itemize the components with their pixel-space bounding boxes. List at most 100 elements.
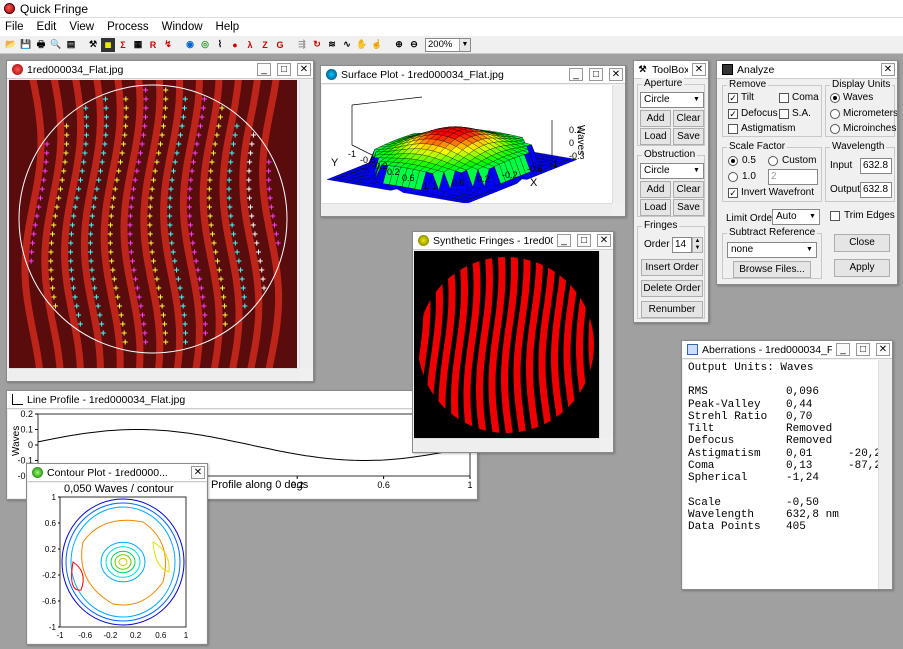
hand-icon[interactable]: ✋ xyxy=(355,38,369,52)
profile-icon[interactable]: ↯ xyxy=(161,38,175,52)
apply-button[interactable]: Apply xyxy=(834,259,890,277)
fringe-image-canvas[interactable] xyxy=(9,74,297,372)
scale-custom-radio[interactable] xyxy=(768,156,778,166)
insert-order-button[interactable]: Insert Order xyxy=(641,259,703,276)
rotate-icon[interactable]: ↻ xyxy=(310,38,324,52)
trim-edges-checkbox[interactable] xyxy=(830,211,840,221)
close-button[interactable]: ✕ xyxy=(881,63,895,76)
z-icon[interactable]: Z xyxy=(258,38,272,52)
minimize-button[interactable]: _ xyxy=(257,63,271,76)
save-icon[interactable]: 💾 xyxy=(19,38,33,52)
close-button[interactable]: ✕ xyxy=(609,68,623,81)
contour-window-title: Contour Plot - 1red0000... xyxy=(47,466,168,479)
display-icon[interactable]: ▦ xyxy=(101,37,115,52)
contour-icon[interactable]: ◎ xyxy=(198,38,212,52)
sigma-icon[interactable]: Σ xyxy=(116,38,130,52)
maximize-button[interactable]: □ xyxy=(856,343,870,356)
close-button[interactable]: ✕ xyxy=(597,234,611,247)
order-input[interactable]: 14 xyxy=(672,237,692,253)
micrometers-radio[interactable] xyxy=(830,109,840,119)
menu-process[interactable]: Process xyxy=(107,21,149,33)
surface-hscroll[interactable] xyxy=(322,203,612,216)
fringe-hscroll[interactable] xyxy=(9,368,299,381)
scale-10-radio[interactable] xyxy=(728,172,738,182)
tilt-checkbox[interactable]: ✓ xyxy=(728,93,738,103)
browse-files-button[interactable]: Browse Files... xyxy=(733,261,811,278)
chevron-down-icon: ▼ xyxy=(809,213,816,220)
lambda-icon[interactable]: λ xyxy=(243,38,257,52)
delete-order-button[interactable]: Delete Order xyxy=(641,280,703,297)
close-analyze-button[interactable]: Close xyxy=(834,234,890,252)
pointer-icon[interactable]: ☝ xyxy=(370,38,384,52)
graph-icon[interactable]: ⌇ xyxy=(213,38,227,52)
menu-file[interactable]: File xyxy=(5,21,24,33)
scale-05-radio[interactable] xyxy=(728,156,738,166)
menu-view[interactable]: View xyxy=(69,21,94,33)
menu-window[interactable]: Window xyxy=(162,21,203,33)
print-preview-icon[interactable]: 🔍 xyxy=(49,38,63,52)
g-icon[interactable]: G xyxy=(273,38,287,52)
zoom-select[interactable]: 200% ▼ xyxy=(425,37,471,52)
zoom-in-icon[interactable]: ⊕ xyxy=(392,38,406,52)
obstruction-save-button[interactable]: Save xyxy=(673,199,704,216)
renumber-button[interactable]: Renumber xyxy=(641,301,703,318)
aperture-save-button[interactable]: Save xyxy=(673,128,704,145)
grid-icon[interactable]: ▦ xyxy=(131,38,145,52)
wavelength-input[interactable]: 632.8 xyxy=(860,158,892,174)
report-icon[interactable]: ▤ xyxy=(64,38,78,52)
close-button[interactable]: ✕ xyxy=(191,466,205,479)
minimize-button[interactable]: _ xyxy=(569,68,583,81)
menu-help[interactable]: Help xyxy=(216,21,240,33)
invert-wavefront-checkbox[interactable]: ✓ xyxy=(728,188,738,198)
minimize-button[interactable]: _ xyxy=(557,234,571,247)
tools-icon[interactable]: ⚒ xyxy=(86,38,100,52)
menu-edit[interactable]: Edit xyxy=(37,21,57,33)
contour-xtick-label: -0.6 xyxy=(78,631,92,640)
maximize-button[interactable]: □ xyxy=(577,234,591,247)
layers-icon[interactable]: ≋ xyxy=(325,38,339,52)
app-logo-icon xyxy=(4,3,15,14)
microinches-radio[interactable] xyxy=(830,124,840,134)
custom-scale-input[interactable]: 2 xyxy=(768,169,818,185)
print-icon[interactable]: 🖶 xyxy=(34,38,48,52)
aperture-clear-button[interactable]: Clear xyxy=(673,110,704,127)
synthetic-icon[interactable]: ● xyxy=(228,38,242,52)
minimize-button[interactable]: _ xyxy=(836,343,850,356)
surface-icon[interactable]: ◉ xyxy=(183,38,197,52)
obstruction-add-button[interactable]: Add xyxy=(640,181,671,198)
surface-y-tick: 0.6 xyxy=(402,173,415,183)
synthetic-hscroll[interactable] xyxy=(414,438,600,452)
obstruction-clear-button[interactable]: Clear xyxy=(673,181,704,198)
wavelength-output[interactable]: 632.8 xyxy=(860,182,892,198)
subtract-reference-select[interactable]: none ▼ xyxy=(727,242,817,258)
obstruction-shape-select[interactable]: Circle ▼ xyxy=(640,163,704,179)
fringe-image[interactable] xyxy=(9,74,297,372)
open-icon[interactable]: 📂 xyxy=(4,38,18,52)
contour-line xyxy=(100,541,146,583)
close-button[interactable]: ✕ xyxy=(876,343,890,356)
aperture-shape-select[interactable]: Circle ▼ xyxy=(640,92,704,108)
waves-radio[interactable] xyxy=(830,93,840,103)
coma-checkbox[interactable] xyxy=(779,93,789,103)
order-spinner[interactable]: ▲ ▼ xyxy=(692,237,703,253)
limit-order-select[interactable]: Auto ▼ xyxy=(772,209,820,225)
sa-checkbox[interactable] xyxy=(779,109,789,119)
close-button[interactable]: ✕ xyxy=(692,63,706,76)
wave-icon[interactable]: ∿ xyxy=(340,38,354,52)
fringe-vscroll[interactable] xyxy=(299,80,313,368)
synthetic-vscroll[interactable] xyxy=(599,251,613,438)
defocus-checkbox[interactable]: ✓ xyxy=(728,109,738,119)
maximize-button[interactable]: □ xyxy=(589,68,603,81)
align-icon[interactable]: ⇶ xyxy=(295,38,309,52)
summary-value: 405 xyxy=(786,521,806,534)
zoom-out-icon[interactable]: ⊖ xyxy=(407,38,421,52)
maximize-button[interactable]: □ xyxy=(277,63,291,76)
aberrations-vscroll[interactable] xyxy=(878,360,892,589)
obstruction-load-button[interactable]: Load xyxy=(640,199,671,216)
surface-vscroll[interactable] xyxy=(612,85,625,203)
r-icon[interactable]: R xyxy=(146,38,160,52)
close-button[interactable]: ✕ xyxy=(297,63,311,76)
aperture-load-button[interactable]: Load xyxy=(640,128,671,145)
astigmatism-checkbox[interactable] xyxy=(728,124,738,134)
aperture-add-button[interactable]: Add xyxy=(640,110,671,127)
